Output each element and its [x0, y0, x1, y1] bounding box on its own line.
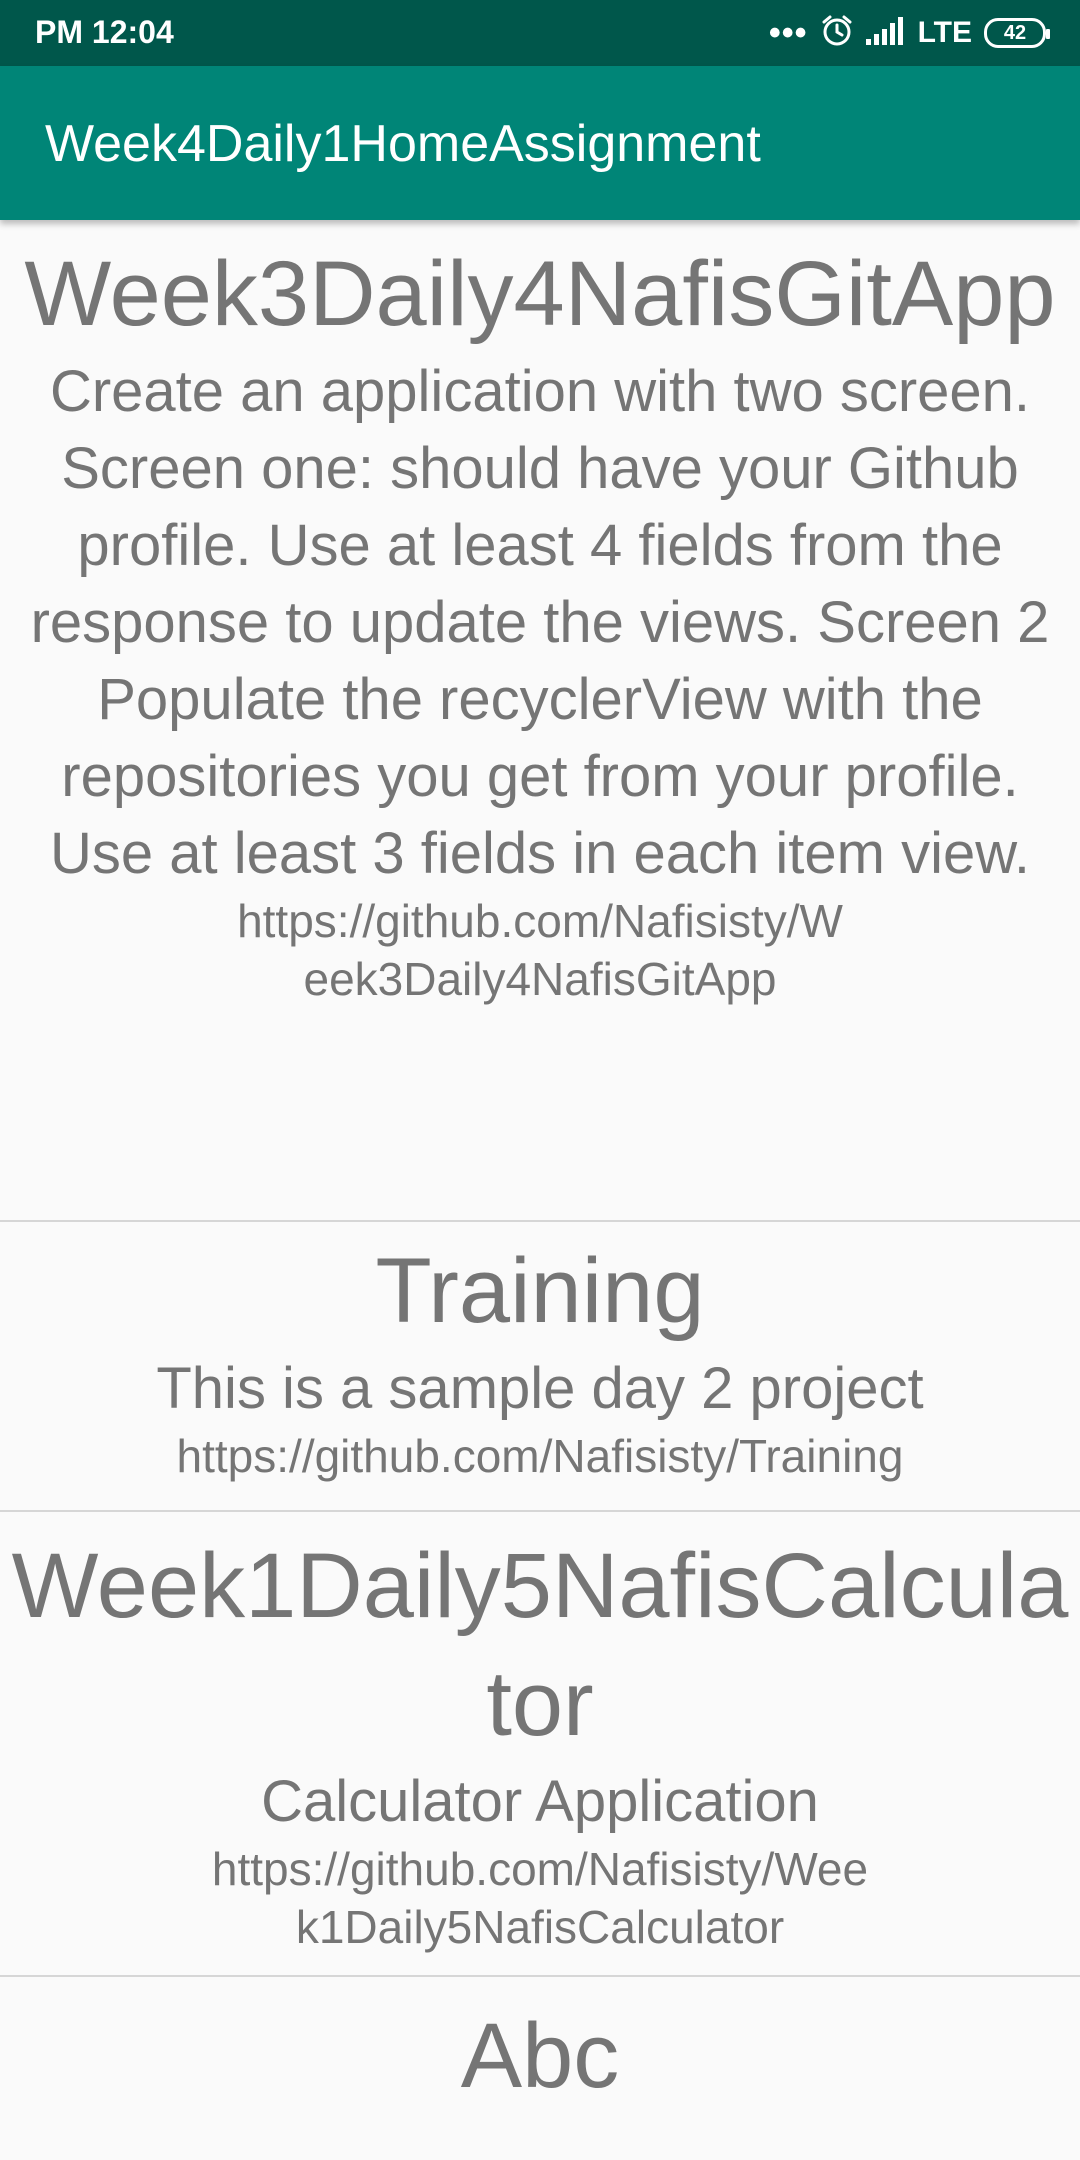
repo-url: https://github.com/Nafisisty/Week3Daily4… [237, 895, 843, 1005]
app-bar: Week4Daily1HomeAssignment [0, 66, 1080, 220]
repo-description: Calculator Application [261, 1769, 819, 1834]
repo-name: Week3Daily4NafisGitApp [24, 243, 1056, 345]
alarm-icon [820, 14, 854, 53]
repo-name: Week1Daily5NafisCalculator [11, 1535, 1069, 1755]
battery-icon: 42 [984, 18, 1050, 48]
repo-list-item[interactable]: Week1Daily5NafisCalculator Calculator Ap… [0, 1512, 1080, 1977]
repo-name: Abc [460, 2005, 620, 2107]
repo-url: https://github.com/Nafisisty/Week1Daily5… [211, 1843, 869, 1953]
status-bar: PM 12:04 ••• LTE 42 [0, 0, 1080, 66]
network-type: LTE [917, 16, 972, 49]
repo-list-item[interactable]: Training This is a sample day 2 project … [0, 1222, 1080, 1512]
app-title: Week4Daily1HomeAssignment [45, 115, 761, 173]
repo-list-item[interactable]: Abc [0, 1977, 1080, 2160]
repo-list-item[interactable]: Week3Daily4NafisGitApp Create an applica… [0, 220, 1080, 1222]
repo-url: https://github.com/Nafisisty/Training [176, 1430, 904, 1482]
status-time: PM 12:04 [35, 14, 174, 50]
signal-icon [865, 16, 906, 50]
repo-description: Create an application with two screen. S… [30, 359, 1050, 886]
status-icons: ••• LTE 42 [768, 10, 1050, 56]
repo-list[interactable]: Week3Daily4NafisGitApp Create an applica… [0, 220, 1080, 2160]
repo-description: This is a sample day 2 project [156, 1356, 924, 1421]
repo-name: Training [375, 1240, 705, 1342]
more-notifications-icon: ••• [768, 14, 808, 52]
